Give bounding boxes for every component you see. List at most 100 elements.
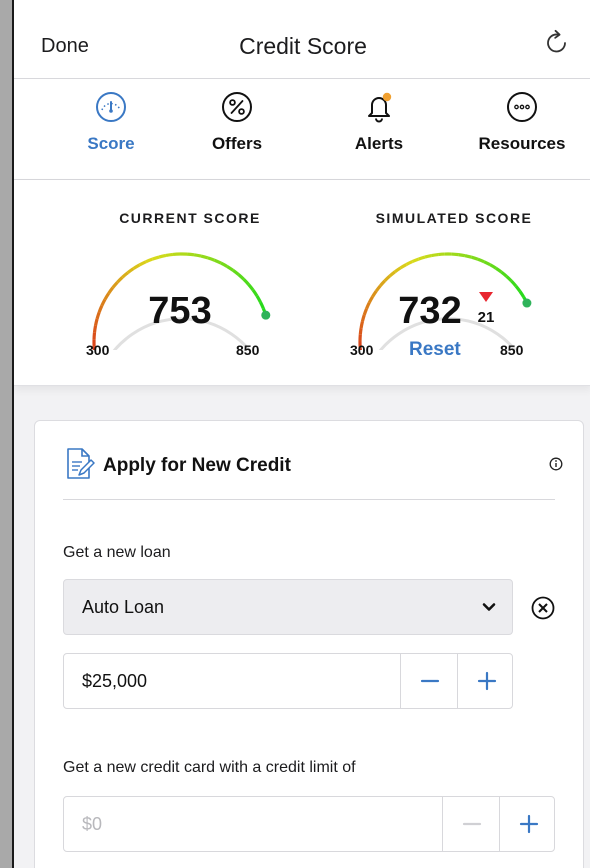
gauge-marker: [522, 298, 532, 308]
gauge-fill-segment: [518, 290, 526, 298]
refresh-icon[interactable]: [542, 28, 572, 58]
gauge-fill-segment: [360, 314, 366, 322]
gauge-fill-segment: [247, 283, 255, 292]
section-title: Apply for New Credit: [103, 455, 291, 476]
score-delta: 21: [475, 290, 497, 326]
bell-icon: [368, 92, 392, 123]
gauge-fill-segment: [255, 295, 262, 303]
arrow-down-icon: [479, 292, 493, 302]
gauge-fill-segment: [151, 255, 160, 261]
new-loan-label: Get a new loan: [63, 544, 171, 561]
simulated-score-min: 300: [350, 342, 374, 358]
gauge-fill-segment: [220, 261, 228, 268]
nav-header: Done Credit Score Score Offers Alerts Re…: [14, 0, 590, 180]
gauge-fill-segment: [405, 260, 413, 266]
tab-label: Alerts: [354, 134, 404, 153]
info-icon[interactable]: [549, 457, 563, 476]
gauge-fill-segment: [193, 253, 202, 258]
loan-amount-input[interactable]: $25,000: [82, 671, 147, 692]
loan-decrease-button[interactable]: [400, 654, 457, 708]
gauge-fill-segment: [471, 255, 479, 261]
nav-divider: [14, 78, 590, 79]
gauge-fill-segment: [359, 321, 364, 329]
close-circle-icon: [531, 596, 555, 620]
gauge-fill-segment: [458, 253, 466, 258]
gauge-fill-segment: [100, 298, 107, 307]
app-frame: Done Credit Score Score Offers Alerts Re…: [12, 0, 590, 868]
gauge-fill-segment: [483, 260, 491, 267]
page-title: Credit Score: [239, 33, 367, 59]
gauge-marker: [261, 310, 271, 320]
simulated-score-caption: SIMULATED SCORE: [375, 210, 533, 226]
gauge-fill-segment: [358, 327, 363, 335]
gauge-fill-segment: [393, 266, 402, 274]
chevron-down-icon: [480, 598, 498, 621]
gauge-fill-segment: [464, 254, 472, 259]
gauge-fill-segment: [226, 265, 234, 272]
gauge-fill-segment: [97, 305, 104, 313]
plus-icon: [477, 671, 497, 691]
new-card-label: Get a new credit card with a credit limi…: [63, 759, 356, 776]
tab-offers[interactable]: Offers: [177, 86, 297, 166]
tab-score[interactable]: Score: [51, 86, 171, 166]
score-delta-value: 21: [477, 309, 495, 326]
gauge-fill-segment: [371, 290, 378, 298]
gauge-fill-segment: [132, 263, 141, 270]
current-score-min: 300: [86, 342, 110, 358]
gauge-fill-segment: [388, 270, 396, 278]
gauge-fill-segment: [93, 318, 99, 327]
plus-icon: [519, 814, 539, 834]
gauge-fill-segment: [103, 292, 110, 301]
gauge-fill-segment: [251, 289, 259, 297]
more-icon: [507, 92, 537, 122]
reset-button[interactable]: Reset: [409, 339, 461, 361]
limit-decrease-button[interactable]: [442, 797, 499, 851]
loan-amount-stepper: $25,000: [63, 653, 513, 709]
gauge-fill-segment: [424, 253, 432, 259]
current-score-caption: CURRENT SCORE: [119, 210, 261, 226]
gauge-fill-segment: [374, 284, 382, 292]
gauge-fill-segment: [500, 270, 508, 278]
gauge-fill-segment: [92, 325, 98, 334]
simulated-score-max: 850: [500, 342, 524, 358]
remove-loan-button[interactable]: [530, 595, 556, 626]
gauge-fill-segment: [207, 256, 216, 262]
minus-icon: [420, 679, 440, 683]
loan-type-select[interactable]: Auto Loan: [63, 579, 513, 635]
alert-badge: [382, 92, 392, 102]
gauge-fill-segment: [418, 255, 426, 261]
gauge-fill-segment: [116, 276, 124, 284]
gauge-fill-segment: [411, 257, 420, 264]
gauge-fill-segment: [242, 278, 250, 286]
gauge-fill-segment: [213, 258, 222, 265]
current-score-value: 753: [148, 290, 212, 332]
tab-alerts[interactable]: Alerts: [319, 86, 439, 166]
tab-resources[interactable]: Resources: [462, 86, 582, 166]
gauge-fill-segment: [431, 252, 439, 258]
minus-icon: [462, 822, 482, 826]
current-score-max: 850: [236, 342, 260, 358]
loan-increase-button[interactable]: [457, 654, 514, 708]
gauge-fill-segment: [232, 269, 240, 276]
gauge-fill-segment: [121, 271, 129, 279]
gauge-fill-segment: [514, 285, 522, 293]
gauge-fill-segment: [95, 311, 101, 320]
credit-limit-input[interactable]: $0: [82, 814, 102, 835]
gauge-fill-segment: [237, 273, 245, 281]
gauge-fill-segment: [259, 301, 265, 310]
credit-limit-stepper: $0: [63, 796, 555, 852]
limit-increase-button[interactable]: [499, 797, 556, 851]
section-divider: [63, 499, 555, 500]
gauge-fill-segment: [399, 263, 408, 270]
document-edit-icon: [65, 447, 95, 486]
percent-icon: [222, 92, 252, 122]
gauge-fill-segment: [165, 252, 174, 258]
simulated-score-value: 732: [398, 290, 462, 332]
gauge-fill-segment: [107, 286, 115, 295]
loan-type-value: Auto Loan: [82, 597, 165, 617]
tab-label: Score: [87, 134, 135, 153]
gauge-fill-segment: [200, 254, 209, 260]
gauge-fill-segment: [362, 308, 369, 316]
gauge-icon: [96, 92, 126, 122]
gauge-fill-segment: [505, 275, 513, 283]
